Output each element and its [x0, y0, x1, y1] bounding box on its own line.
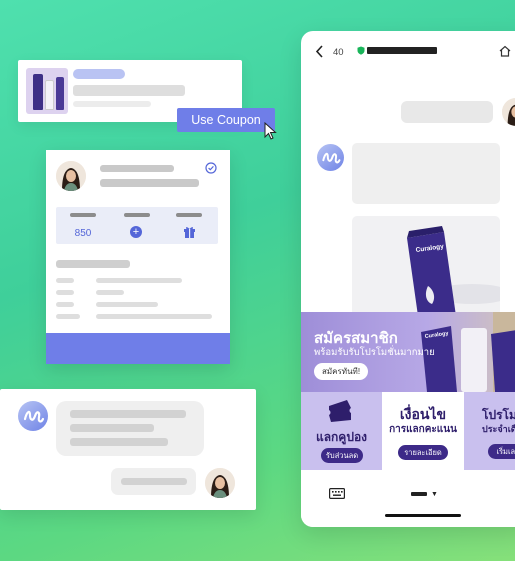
details-label-1	[56, 278, 74, 283]
tile-redeem-coupon[interactable]: แลกคูปอง รับส่วนลด	[301, 392, 382, 470]
phone-screen: 40 Curalogy Curalogy สมัครสมาชิก พร้อมรั…	[301, 31, 515, 527]
user-chat-bubble	[401, 101, 493, 123]
bot-message-bubble	[56, 401, 204, 456]
use-coupon-button[interactable]: Use Coupon	[177, 108, 275, 132]
details-value-1	[96, 278, 182, 283]
product-detail-placeholder	[73, 101, 151, 107]
rich-menu-toggle[interactable]	[411, 492, 427, 496]
member-stats-box: 850 +	[56, 207, 218, 244]
verified-check-icon	[205, 162, 217, 174]
bot-avatar	[18, 401, 48, 431]
member-info-placeholder	[100, 179, 199, 187]
details-heading-placeholder	[56, 260, 130, 268]
tile-monthly-promo-title-2: ประจำเดื	[482, 424, 515, 434]
user-avatar	[205, 468, 235, 498]
address-bar-placeholder	[367, 47, 437, 54]
banner-product-image: Curalogy	[421, 312, 515, 392]
details-label-4	[56, 314, 80, 319]
banner-subtitle: พร้อมรับรับโปรโมชั่นมากมาย	[314, 347, 435, 358]
details-label-3	[56, 302, 74, 307]
details-value-3	[96, 302, 158, 307]
tile-point-conditions-title-2: การแลกคะแนน	[389, 424, 457, 435]
phone-bottom-bar: ▼	[301, 470, 515, 527]
points-value: 850	[74, 228, 92, 239]
product-tube-image: Curalogy	[407, 226, 500, 316]
chat-preview-card	[0, 389, 256, 510]
back-arrow-icon[interactable]	[315, 45, 324, 58]
keyboard-icon[interactable]	[329, 488, 345, 499]
stat-label-coupons	[124, 213, 150, 217]
status-count: 40	[333, 47, 344, 58]
user-message-bubble	[111, 468, 196, 495]
member-name-placeholder	[100, 165, 174, 172]
stat-label-rewards	[176, 213, 202, 217]
secure-shield-icon	[357, 46, 365, 55]
bot-chat-bubble	[352, 143, 500, 204]
member-profile-card: 850 +	[46, 150, 230, 364]
profile-action-bar[interactable]	[46, 333, 230, 364]
phone-bot-avatar	[317, 144, 344, 171]
details-value-4	[96, 314, 212, 319]
product-tag-placeholder	[73, 69, 125, 79]
phone-user-avatar	[502, 98, 515, 126]
product-image-card[interactable]: Curalogy	[352, 216, 500, 316]
mouse-cursor-icon	[264, 122, 277, 140]
member-signup-banner[interactable]: Curalogy สมัครสมาชิก พร้อมรับรับโปรโมชั่…	[301, 312, 515, 392]
banner-signup-button[interactable]: สมัครทันที!	[314, 363, 369, 380]
product-name-placeholder	[73, 85, 185, 96]
tile-point-conditions[interactable]: เงื่อนไข การแลกคะแนน รายละเอียด	[382, 392, 464, 470]
details-value-2	[96, 290, 124, 295]
home-indicator	[385, 514, 461, 517]
coupon-ticket-icon	[329, 400, 351, 422]
details-label-2	[56, 290, 74, 295]
home-icon[interactable]	[499, 45, 511, 57]
product-thumbnail	[26, 68, 68, 114]
gift-icon[interactable]	[183, 225, 196, 238]
tile-point-conditions-button[interactable]: รายละเอียด	[398, 445, 448, 460]
add-coupon-button[interactable]: +	[130, 226, 142, 238]
member-avatar	[56, 161, 86, 191]
chevron-down-icon[interactable]: ▼	[431, 491, 438, 498]
tile-monthly-promo-button[interactable]: เริ่มเลย	[488, 444, 515, 459]
tile-monthly-promo[interactable]: โปรโม ประจำเดื เริ่มเลย	[464, 392, 515, 470]
tile-redeem-coupon-title: แลกคูปอง	[315, 430, 368, 444]
stat-label-points	[70, 213, 96, 217]
tile-redeem-coupon-button[interactable]: รับส่วนลด	[321, 448, 363, 463]
